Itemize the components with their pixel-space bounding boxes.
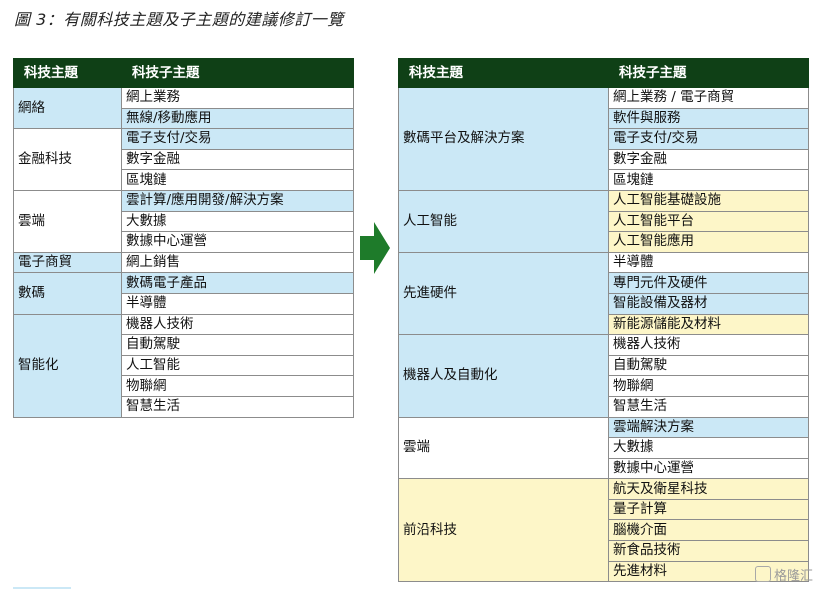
subtheme-cell: 無線/移動應用 — [121, 107, 354, 130]
theme-cell: 人工智能 — [398, 189, 609, 253]
subtheme-cell: 大數據 — [608, 437, 809, 459]
header-theme: 科技主題 — [13, 58, 122, 88]
watermark: 格隆汇 — [754, 565, 813, 584]
header-row: 科技主題 科技子主題 — [398, 58, 809, 88]
theme-cell: 雲端 — [398, 416, 609, 480]
subtheme-cell: 新能源儲能及材料 — [608, 313, 809, 336]
table-row: 數碼 數碼電子產品 — [13, 272, 354, 315]
subtheme-cell: 自動駕駛 — [608, 354, 809, 377]
table-row: 機器人及自動化 機器人技術 — [398, 334, 809, 418]
subtheme-cell: 機器人技術 — [608, 334, 809, 356]
theme-cell: 機器人及自動化 — [398, 334, 609, 418]
subtheme-cell: 物聯網 — [121, 375, 354, 397]
table-row: 人工智能 人工智能基礎設施 — [398, 189, 809, 253]
proposed-themes-table: 科技主題 科技子主題 數碼平台及解決方案 網上業務 / 電子商貿 軟件與服務 電子支付… — [398, 58, 809, 583]
arrow-right-icon — [360, 222, 390, 274]
subtheme-cell: 智慧生活 — [121, 395, 354, 418]
subtheme-cell: 機器人技術 — [121, 313, 354, 336]
theme-cell: 金融科技 — [13, 128, 122, 191]
subtheme-cell: 量子計算 — [608, 498, 809, 521]
table-row: 先進硬件 半導體 — [398, 251, 809, 336]
current-themes-table: 科技主題 科技子主題 網絡 網上業務 無線/移動應用 金融科技 電子支付/交易 數字金融區… — [13, 58, 354, 418]
header-row: 科技主題 科技子主題 — [13, 58, 354, 88]
footer-rule — [13, 587, 71, 589]
table-row: 網絡 網上業務 — [13, 86, 354, 130]
subtheme-cell: 人工智能應用 — [608, 231, 809, 253]
subtheme-cell: 網上銷售 — [121, 251, 354, 274]
subtheme-cell: 網上業務 — [121, 87, 354, 109]
subtheme-cell: 人工智能 — [121, 354, 354, 377]
subtheme-cell: 智慧生活 — [608, 395, 809, 418]
subtheme-cell: 數據中心運營 — [608, 457, 809, 480]
logo-icon — [754, 566, 771, 582]
subtheme-cell: 數據中心運營 — [121, 231, 354, 253]
table-row: 雲端 雲計算/應用開發/解決方案 — [13, 189, 354, 253]
theme-cell: 電子商貿 — [13, 251, 122, 274]
subtheme-cell: 人工智能基礎設施 — [608, 189, 809, 212]
subtheme-cell: 區塊鏈 — [121, 169, 354, 191]
subtheme-cell: 網上業務 / 電子商貿 — [608, 87, 809, 109]
subtheme-cell: 半導體 — [608, 251, 809, 274]
subtheme-cell: 航天及衛星科技 — [608, 478, 809, 500]
theme-cell: 數碼平台及解決方案 — [398, 87, 609, 191]
subtheme-cell: 新食品技術 — [608, 540, 809, 562]
subtheme-cell: 腦機介面 — [608, 519, 809, 542]
table-row: 數碼平台及解決方案 網上業務 / 電子商貿 — [398, 87, 809, 191]
subtheme-cell: 半導體 — [121, 292, 354, 315]
subtheme-cell: 軟件與服務 — [608, 107, 809, 130]
theme-cell: 前沿科技 — [398, 478, 609, 583]
table-row: 智能化 機器人技術 — [13, 313, 354, 418]
subtheme-cell: 人工智能平台 — [608, 210, 809, 233]
table-row: 金融科技 電子支付/交易 — [13, 128, 354, 191]
subtheme-cell: 數碼電子產品 — [121, 272, 354, 294]
header-subtheme: 科技子主題 — [121, 58, 354, 88]
subtheme-cell: 大數據 — [121, 210, 354, 233]
subtheme-cell: 自動駕駛 — [121, 334, 354, 356]
table-row: 雲端 雲端解決方案 — [398, 416, 809, 480]
subtheme-cell: 雲端解決方案 — [608, 416, 809, 439]
header-subtheme: 科技子主題 — [608, 58, 809, 88]
subtheme-cell: 智能設備及器材 — [608, 292, 809, 315]
theme-cell: 先進硬件 — [398, 251, 609, 336]
subtheme-cell: 數字金融 — [608, 148, 809, 171]
subtheme-cell: 電子支付/交易 — [608, 128, 809, 150]
table-row: 前沿科技 航天及衛星科技 — [398, 478, 809, 583]
theme-cell: 雲端 — [13, 189, 122, 253]
subtheme-cell: 專門元件及硬件 — [608, 272, 809, 294]
subtheme-cell: 數字金融 — [121, 148, 354, 171]
table-row: 電子商貿 網上銷售 — [13, 251, 354, 274]
subtheme-cell: 物聯網 — [608, 375, 809, 397]
watermark-text: 格隆汇 — [773, 569, 813, 584]
theme-cell: 數碼 — [13, 272, 122, 315]
subtheme-cell: 雲計算/應用開發/解決方案 — [121, 189, 354, 212]
subtheme-cell: 電子支付/交易 — [121, 128, 354, 150]
figure-caption: 圖 3：有關科技主題及子主題的建議修訂一覽 — [14, 10, 344, 29]
header-theme: 科技主題 — [398, 58, 609, 88]
theme-cell: 智能化 — [13, 313, 122, 418]
subtheme-cell: 區塊鏈 — [608, 169, 809, 191]
theme-cell: 網絡 — [13, 86, 122, 130]
